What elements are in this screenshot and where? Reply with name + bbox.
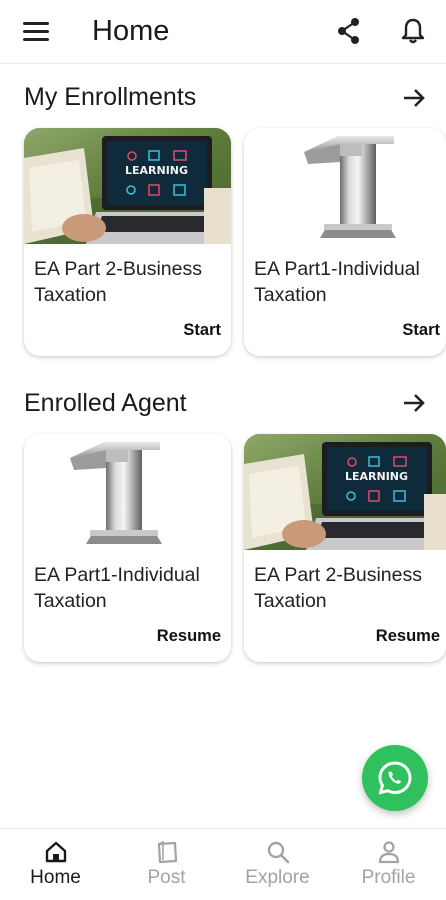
nav-label-post: Post <box>147 867 186 888</box>
profile-icon <box>378 841 400 864</box>
arrow-right-icon[interactable] <box>400 84 428 112</box>
home-icon <box>45 841 67 863</box>
course-title: EA Part 2-Business Taxation <box>254 564 422 612</box>
nav-item-profile[interactable]: Profile <box>333 829 446 900</box>
course-card[interactable]: LEARNING EA Part 2-Business Taxation Res… <box>244 434 446 662</box>
nav-label-explore: Explore <box>245 867 310 888</box>
search-icon <box>267 841 290 864</box>
bottom-navigation: Home Post Explore Profile <box>0 828 446 900</box>
resume-button[interactable]: Resume <box>157 627 221 646</box>
post-icon <box>157 840 178 864</box>
nav-item-explore[interactable]: Explore <box>222 829 333 900</box>
nav-label-profile: Profile <box>361 867 416 888</box>
start-button[interactable]: Start <box>183 321 221 340</box>
resume-button[interactable]: Resume <box>376 627 440 646</box>
nav-item-home[interactable]: Home <box>0 829 111 900</box>
share-icon[interactable] <box>334 16 364 46</box>
arrow-right-icon[interactable] <box>400 389 428 417</box>
course-title: EA Part 2-Business Taxation <box>34 258 202 306</box>
bell-icon[interactable] <box>398 16 428 46</box>
section-title-enrolled-agent: Enrolled Agent <box>24 389 187 417</box>
course-title: EA Part1-Individual Taxation <box>254 258 420 306</box>
laptop-learning-image: LEARNING <box>244 434 446 550</box>
course-card[interactable]: EA Part1-Individual Taxation Start <box>244 128 446 356</box>
page-title: Home <box>92 15 170 47</box>
app-bar: Home <box>0 0 446 64</box>
whatsapp-button[interactable] <box>362 745 428 811</box>
silver-number-one-image <box>244 128 446 244</box>
section-title-my-enrollments: My Enrollments <box>24 83 197 111</box>
silver-number-one-image <box>24 434 231 550</box>
nav-label-home: Home <box>30 867 81 888</box>
course-title: EA Part1-Individual Taxation <box>34 564 200 612</box>
nav-item-post[interactable]: Post <box>111 829 222 900</box>
whatsapp-icon <box>378 761 412 795</box>
laptop-learning-image: LEARNING <box>24 128 231 244</box>
start-button[interactable]: Start <box>402 321 440 340</box>
svg-text:LEARNING: LEARNING <box>345 470 408 483</box>
hamburger-menu-icon[interactable] <box>20 18 52 46</box>
svg-text:LEARNING: LEARNING <box>125 164 188 177</box>
course-card[interactable]: EA Part1-Individual Taxation Resume <box>24 434 231 662</box>
course-card[interactable]: LEARNING EA Part 2-Business Taxation Sta… <box>24 128 231 356</box>
